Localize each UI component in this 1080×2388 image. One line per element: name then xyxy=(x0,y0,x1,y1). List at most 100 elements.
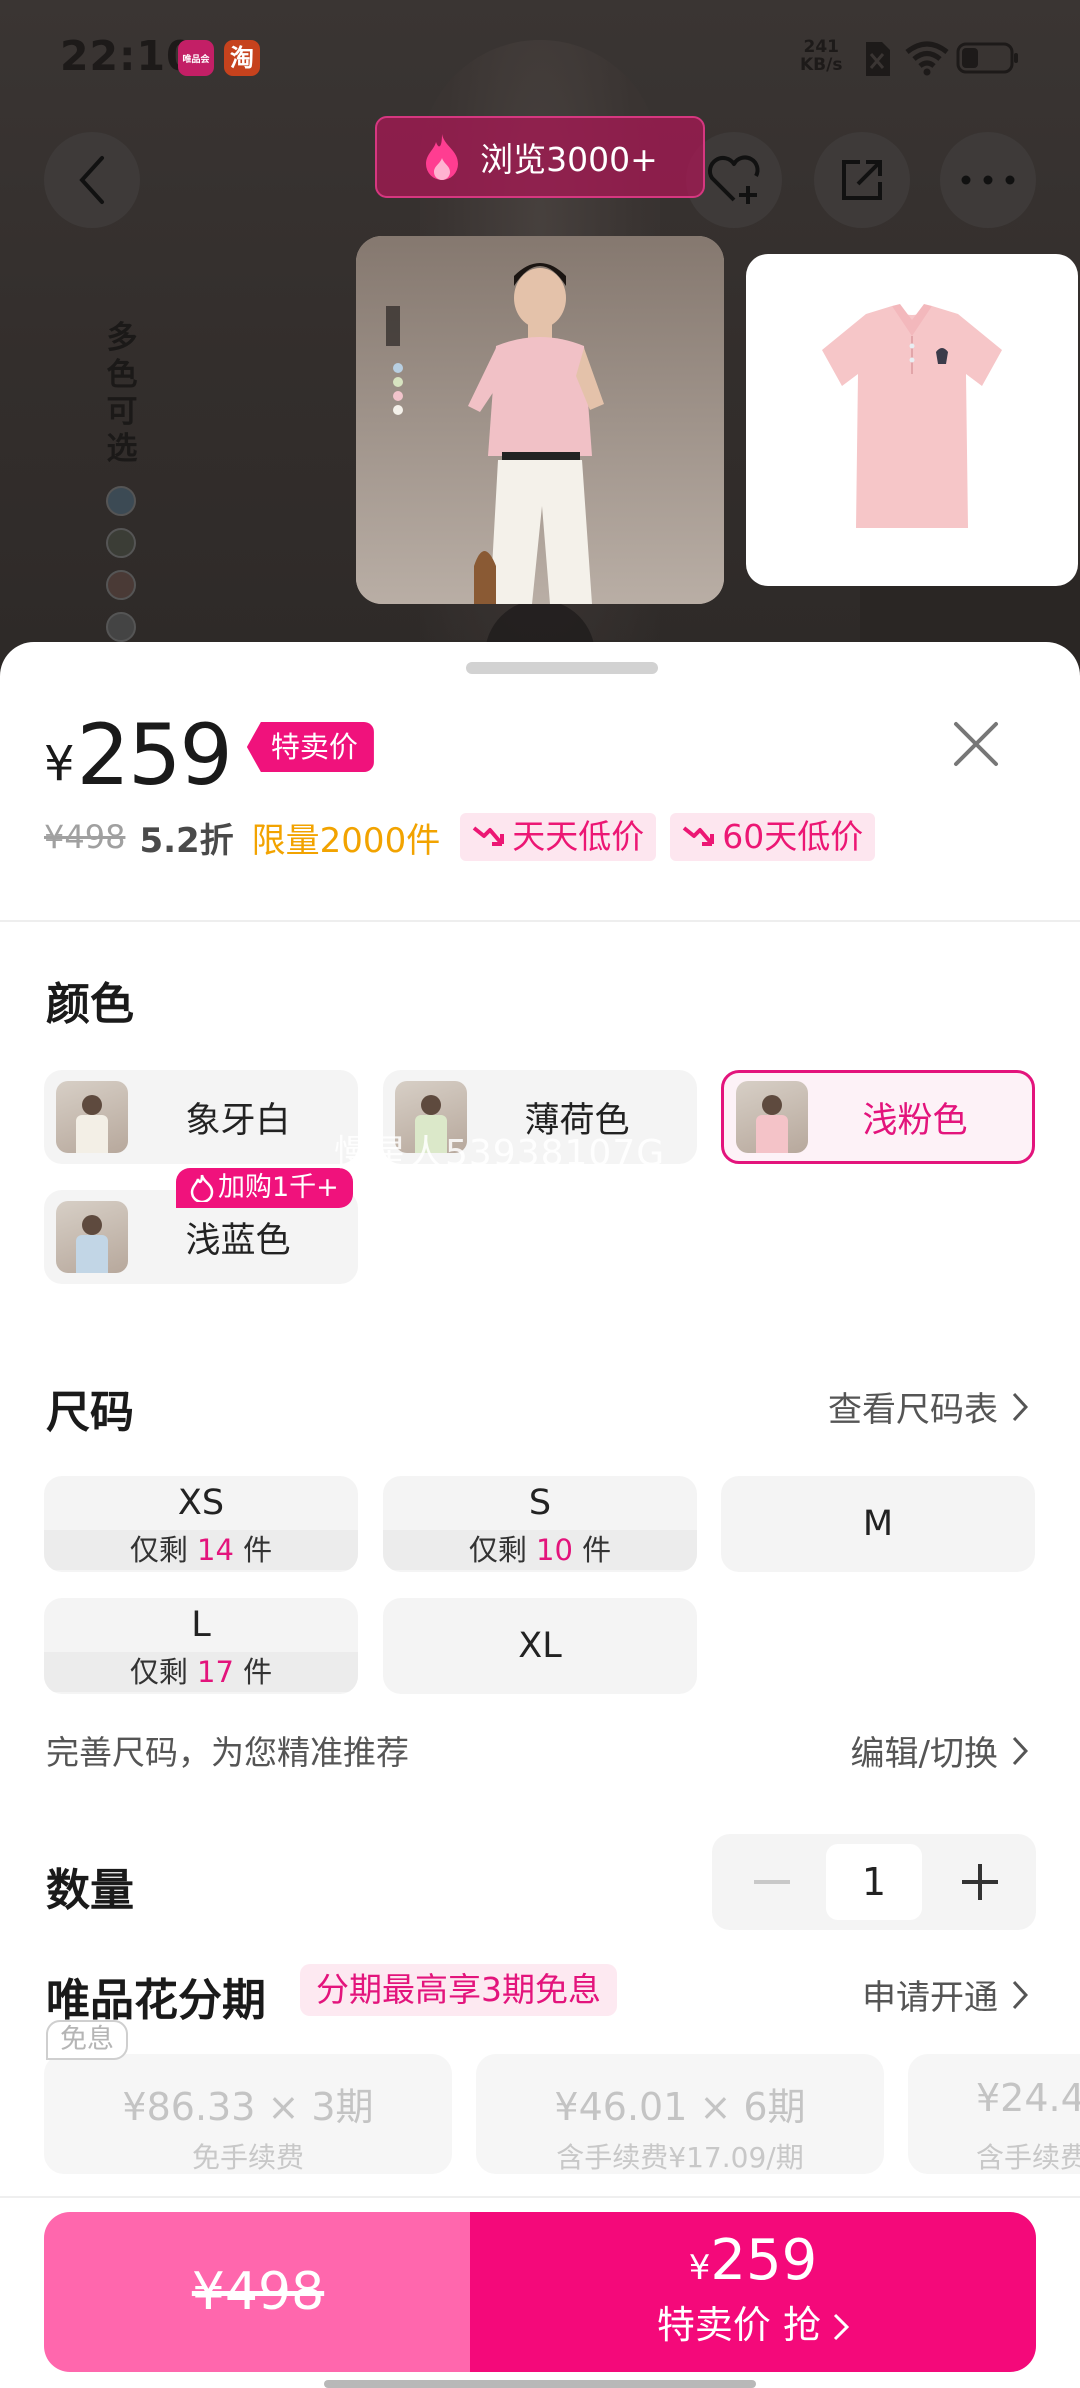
color-option-ivory[interactable]: 象牙白 xyxy=(44,1070,358,1164)
edit-switch-label: 编辑/切换 xyxy=(850,1734,998,1774)
views-count-pill: 浏览3000+ xyxy=(375,116,705,198)
size-label: M xyxy=(862,1504,894,1544)
share-button[interactable] xyxy=(814,132,910,228)
close-icon[interactable] xyxy=(952,720,1000,768)
model-photo-illustration xyxy=(356,236,724,604)
currency-symbol: ¥ xyxy=(44,736,75,792)
flame-icon xyxy=(190,1174,214,1202)
color-option-light-pink[interactable]: 浅粉色 xyxy=(721,1070,1035,1164)
section-divider xyxy=(0,920,1080,922)
limited-quantity: 限量2000件 xyxy=(251,820,441,861)
sale-price: 259 xyxy=(76,706,233,804)
installment-promo-tag: 分期最高享3期免息 xyxy=(300,1964,617,2016)
sixty-day-low-price-label: 60天低价 xyxy=(722,817,864,856)
interest-free-tag: 免息 xyxy=(46,2020,128,2060)
price-row: ¥ 259 特卖价 xyxy=(44,700,374,800)
color-option-label: 浅蓝色 xyxy=(185,1220,291,1261)
installment-fee: 含手续费 xyxy=(976,2141,1080,2174)
installment-amount: ¥24.4 xyxy=(976,2076,1080,2120)
sku-selection-sheet: ¥ 259 特卖价 ¥498 5.2折 限量2000件 天天低价 60天低价 颜… xyxy=(0,642,1080,2388)
original-price-button-label: ¥498 xyxy=(191,2262,325,2322)
size-option-xl[interactable]: XL xyxy=(383,1598,697,1694)
chevron-right-icon xyxy=(1012,1736,1028,1765)
battery-icon xyxy=(956,42,1018,74)
size-section-title: 尺码 xyxy=(46,1387,134,1438)
installment-plan-3[interactable]: ¥86.33 × 3期 免手续费 xyxy=(44,2054,452,2174)
minus-icon[interactable] xyxy=(742,1852,802,1912)
chevron-right-icon xyxy=(834,2313,850,2341)
color-section-title: 颜色 xyxy=(46,979,134,1030)
edit-switch-size-link[interactable]: 编辑/切换 xyxy=(851,1726,1028,1775)
size-option-xs[interactable]: XS 仅剩 14 件 xyxy=(44,1476,358,1572)
size-label: XL xyxy=(518,1626,562,1666)
plus-icon[interactable] xyxy=(950,1852,1010,1912)
installment-fee: 含手续费¥17.09/期 xyxy=(556,2141,804,2174)
wifi-icon xyxy=(905,41,949,76)
color-thumbnail xyxy=(56,1201,128,1273)
background-vertical-text: 多色可选 xyxy=(106,320,138,467)
installment-plan-6[interactable]: ¥46.01 × 6期 含手续费¥17.09/期 xyxy=(476,2054,884,2174)
quantity-section-title: 数量 xyxy=(46,1865,134,1916)
original-price: ¥498 xyxy=(44,818,126,856)
quantity-stepper: 1 xyxy=(712,1834,1036,1930)
size-recommend-hint: 完善尺码，为您精准推荐 xyxy=(46,1733,409,1772)
back-button[interactable] xyxy=(44,132,140,228)
vip-app-notification-icon: 唯品会 xyxy=(178,40,214,76)
stock-remaining: 仅剩 17 件 xyxy=(44,1652,358,1692)
size-label: L xyxy=(191,1605,211,1645)
daily-low-price-label: 天天低价 xyxy=(512,817,645,856)
quantity-value[interactable]: 1 xyxy=(826,1844,922,1920)
flame-icon xyxy=(426,134,459,180)
sale-price-badge: 特卖价 xyxy=(246,722,374,772)
price-details-row: ¥498 5.2折 限量2000件 天天低价 60天低价 xyxy=(44,812,876,862)
buy-label: 特卖价 抢 xyxy=(470,2299,1036,2351)
apply-installment-label: 申请开通 xyxy=(862,1978,998,2018)
status-time: 22:10 xyxy=(60,32,196,80)
trend-down-icon xyxy=(472,826,505,846)
daily-low-price-tag: 天天低价 xyxy=(460,813,657,861)
more-button[interactable] xyxy=(940,132,1036,228)
network-speed-unit: KB/s xyxy=(800,55,843,75)
size-label: XS xyxy=(177,1483,225,1523)
size-label: S xyxy=(528,1483,552,1523)
home-indicator[interactable] xyxy=(324,2380,756,2388)
original-price-button[interactable]: ¥498 xyxy=(44,2212,472,2372)
bottom-action-bar: ¥498 ¥259 特卖价 抢 xyxy=(0,2196,1080,2388)
discount-rate: 5.2折 xyxy=(139,820,234,861)
size-chart-link[interactable]: 查看尺码表 xyxy=(828,1382,1028,1431)
network-speed-value: 241 xyxy=(803,37,839,57)
views-count-label: 浏览3000+ xyxy=(480,140,658,179)
size-option-s[interactable]: S 仅剩 10 件 xyxy=(383,1476,697,1572)
size-option-l[interactable]: L 仅剩 17 件 xyxy=(44,1598,358,1694)
favorite-add-icon xyxy=(708,155,760,204)
apply-installment-link[interactable]: 申请开通 xyxy=(862,1970,1028,2019)
chevron-right-icon xyxy=(1012,1980,1028,2009)
more-icon xyxy=(961,175,1015,185)
installment-section-title: 唯品花分期 xyxy=(46,1975,266,2026)
size-option-m[interactable]: M xyxy=(721,1476,1035,1572)
sim-off-icon xyxy=(866,42,890,76)
stock-remaining: 仅剩 14 件 xyxy=(44,1530,358,1570)
installment-amount: ¥86.33 × 3期 xyxy=(122,2085,374,2129)
trend-down-icon xyxy=(682,826,715,846)
size-chart-link-label: 查看尺码表 xyxy=(828,1390,998,1430)
add-to-cart-hot-tag: 加购1千+ xyxy=(176,1168,353,1208)
color-thumbnail xyxy=(56,1081,128,1153)
color-thumbnail xyxy=(736,1081,808,1153)
back-icon xyxy=(79,156,104,204)
buy-now-button[interactable]: ¥259 特卖价 抢 xyxy=(470,2212,1036,2372)
sheet-drag-handle[interactable] xyxy=(466,662,658,674)
polo-shirt-illustration xyxy=(822,304,1002,528)
sixty-day-low-price-tag: 60天低价 xyxy=(670,813,876,861)
color-option-label: 象牙白 xyxy=(185,1100,291,1141)
chevron-right-icon xyxy=(1012,1392,1028,1421)
watermark-text: 慢星人53938107G xyxy=(334,1133,666,1174)
color-option-label: 浅粉色 xyxy=(862,1100,968,1141)
status-bar: 22:10 唯品会 淘 241 KB/s xyxy=(0,0,1080,116)
stock-remaining: 仅剩 10 件 xyxy=(383,1530,697,1570)
taobao-app-notification-icon: 淘 xyxy=(224,40,260,76)
hot-tag-label: 加购1千+ xyxy=(218,1172,339,1203)
product-main-image[interactable] xyxy=(356,236,724,604)
product-flat-image[interactable] xyxy=(746,254,1078,586)
installment-plan-12[interactable]: ¥24.4 含手续费 xyxy=(908,2054,1080,2174)
